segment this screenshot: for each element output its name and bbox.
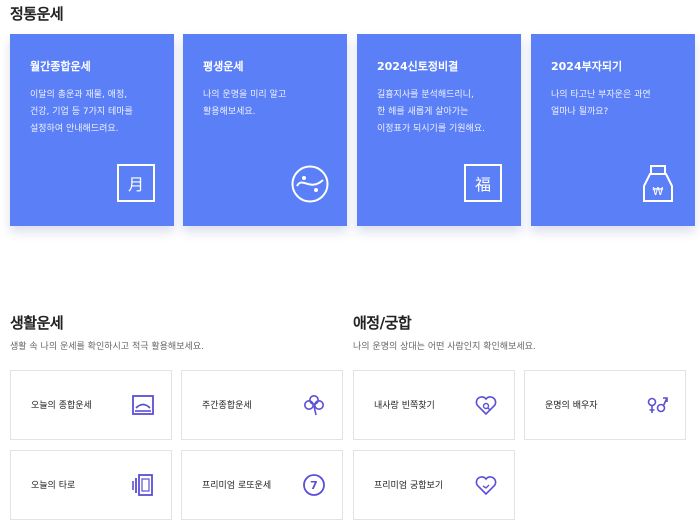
blessing-icon: 福: [464, 164, 504, 204]
tile-label: 내사랑 빈쪽찾기: [374, 401, 435, 411]
card-wealth-fortune[interactable]: 2024부자되기 나의 타고난 부자운은 과연 얼마나 될까요? ₩: [531, 34, 695, 226]
tile-tarot[interactable]: 오늘의 타로: [10, 450, 172, 520]
tile-premium-lotto[interactable]: 프리미엄 로또운세 7: [181, 450, 343, 520]
card-tojeong-fortune[interactable]: 2024신토정비결 길흉지사를 분석해드리니, 한 해를 새롭게 살아가는 이정…: [357, 34, 521, 226]
section-description-life: 생활 속 나의 운세를 확인하시고 적극 활용해보세요.: [10, 342, 204, 352]
section-title-love: 애정/궁합: [353, 314, 412, 332]
money-bag-icon: ₩: [638, 164, 678, 204]
card-description: 나의 타고난 부자운은 과연 얼마나 될까요?: [551, 90, 651, 117]
heart-link-icon: [474, 473, 498, 497]
calendar-month-icon: 月: [117, 164, 157, 204]
svg-text:7: 7: [310, 479, 318, 492]
card-title: 평생운세: [203, 60, 244, 73]
gender-icon: [645, 393, 669, 417]
tile-today-fortune[interactable]: 오늘의 종합운세: [10, 370, 172, 440]
section-description-love: 나의 운명의 상대는 어떤 사람인지 확인해보세요.: [353, 342, 536, 352]
tile-label: 프리미엄 로또운세: [202, 481, 272, 491]
card-title: 월간종합운세: [30, 60, 91, 73]
heart-search-icon: [474, 393, 498, 417]
section-title-life: 생활운세: [10, 314, 64, 332]
card-description: 이달의 총운과 재물, 애정, 건강, 기업 등 7가지 테마를 설정하여 안내…: [30, 90, 133, 134]
clover-icon: [302, 393, 326, 417]
sunrise-icon: [131, 393, 155, 417]
tile-destined-spouse[interactable]: 운명의 배우자: [524, 370, 686, 440]
svg-text:₩: ₩: [653, 185, 664, 198]
card-description: 길흉지사를 분석해드리니, 한 해를 새롭게 살아가는 이정표가 되시기를 기원…: [377, 90, 485, 134]
card-lifetime-fortune[interactable]: 평생운세 나의 운명을 미리 알고 활용해보세요.: [183, 34, 347, 226]
tarot-cards-icon: [131, 473, 155, 497]
tile-label: 오늘의 타로: [31, 481, 76, 491]
tile-label: 주간종합운세: [202, 401, 252, 411]
tile-weekly-fortune[interactable]: 주간종합운세: [181, 370, 343, 440]
lotto-ball-icon: 7: [302, 473, 326, 497]
card-description: 나의 운명을 미리 알고 활용해보세요.: [203, 90, 287, 117]
tile-label: 오늘의 종합운세: [31, 401, 92, 411]
tile-find-love[interactable]: 내사랑 빈쪽찾기: [353, 370, 515, 440]
section-title-fortune: 정통운세: [10, 5, 64, 23]
tile-label: 운명의 배우자: [545, 401, 598, 411]
tile-label: 프리미엄 궁합보기: [374, 481, 444, 491]
card-title: 2024부자되기: [551, 60, 623, 73]
card-monthly-fortune[interactable]: 월간종합운세 이달의 총운과 재물, 애정, 건강, 기업 등 7가지 테마를 …: [10, 34, 174, 226]
card-title: 2024신토정비결: [377, 60, 459, 73]
yin-yang-icon: [290, 164, 330, 204]
tile-premium-compatibility[interactable]: 프리미엄 궁합보기: [353, 450, 515, 520]
